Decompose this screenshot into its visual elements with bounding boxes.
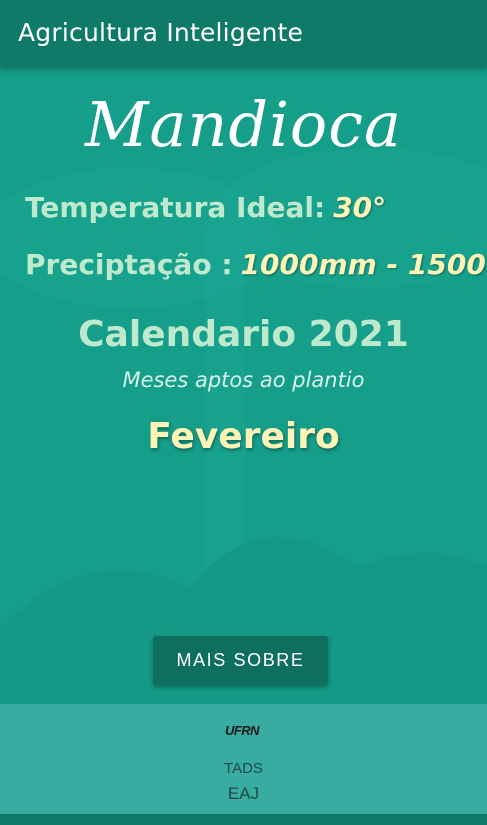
ufrn-logo: UFRN xyxy=(224,723,260,738)
bottom-strip xyxy=(0,814,487,825)
temperature-value: 30° xyxy=(333,191,387,224)
temperature-label: Temperatura Ideal: xyxy=(25,191,326,224)
crop-detail: Mandioca Temperatura Ideal: 30° Preciptaç… xyxy=(0,68,487,704)
precipitation-value: 1000mm - 1500mm xyxy=(240,248,487,281)
temperature-row: Temperatura Ideal: 30° xyxy=(25,191,386,224)
app-title: Agricultura Inteligente xyxy=(18,18,304,47)
more-info-button[interactable]: MAIS SOBRE xyxy=(153,636,328,685)
calendar-title: Calendario 2021 xyxy=(78,314,409,355)
planting-month: Fevereiro xyxy=(147,416,340,457)
precipitation-label: Preciptação : xyxy=(25,248,233,281)
crop-name: Mandioca xyxy=(85,88,402,161)
footer: UFRN TADS EAJ xyxy=(0,704,487,814)
calendar-subtitle: Meses aptos ao plantio xyxy=(122,368,365,392)
app-bar: Agricultura Inteligente xyxy=(0,0,487,68)
footer-tads: TADS xyxy=(224,760,263,777)
precipitation-row: Preciptação :1000mm - 1500mm xyxy=(25,248,487,281)
footer-eaj: EAJ xyxy=(227,784,260,803)
